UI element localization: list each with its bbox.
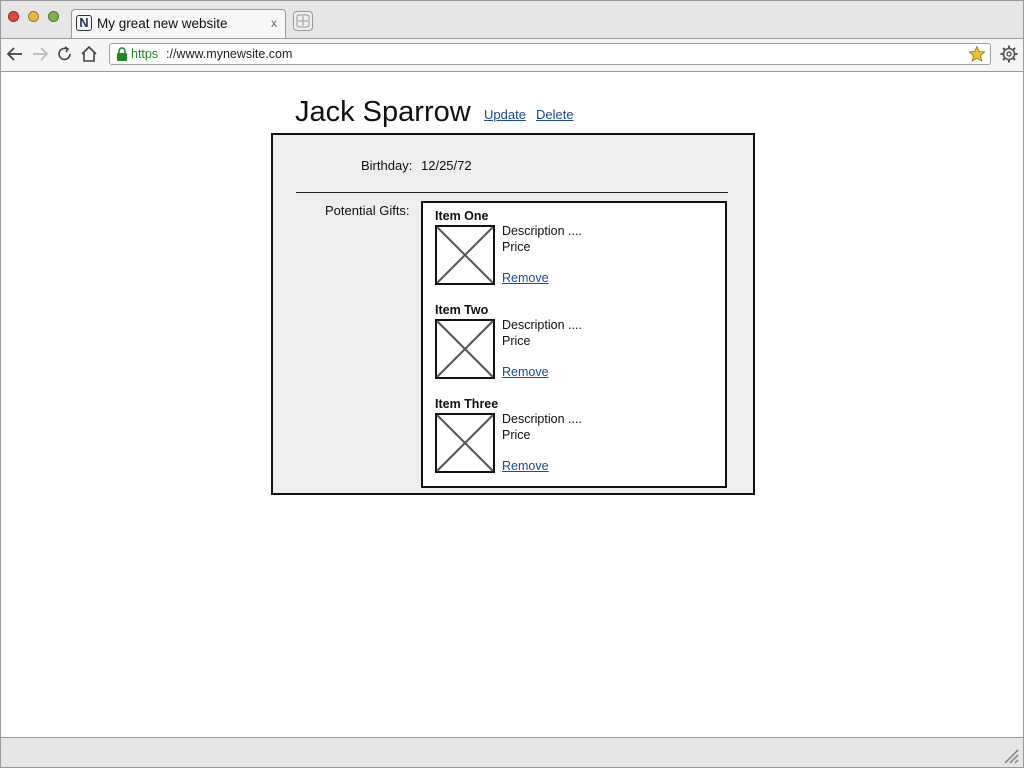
url-text: ://www.mynewsite.com <box>166 47 293 61</box>
gift-description: Description .... <box>502 318 582 332</box>
remove-gift-link[interactable]: Remove <box>502 271 549 285</box>
browser-window: N My great new website x https://www.my… <box>0 0 1024 768</box>
new-tab-button[interactable] <box>293 11 313 31</box>
close-window-button[interactable] <box>8 11 19 22</box>
gift-price: Price <box>502 240 531 254</box>
gift-title: Item Three <box>435 397 499 411</box>
minimize-window-button[interactable] <box>28 11 39 22</box>
birthday-label: Birthday: <box>361 158 413 173</box>
gift-description: Description .... <box>502 224 582 238</box>
birthday-value: 12/25/72 <box>421 158 472 173</box>
url-scheme: https <box>131 47 159 61</box>
status-bar <box>1 737 1023 767</box>
settings-gear-icon[interactable] <box>999 44 1019 64</box>
browser-tab[interactable]: N My great new website x <box>71 9 286 38</box>
tab-close-button[interactable]: x <box>271 16 277 30</box>
address-bar[interactable]: https ://www.mynewsite.com <box>109 43 991 65</box>
image-placeholder-icon <box>435 413 495 473</box>
gift-price: Price <box>502 428 531 442</box>
gift-item: Item Two Description .... Price Remove <box>435 303 715 389</box>
tab-bar: N My great new website x <box>1 1 1023 38</box>
home-icon[interactable] <box>79 44 99 64</box>
remove-gift-link[interactable]: Remove <box>502 459 549 473</box>
delete-link[interactable]: Delete <box>536 107 574 122</box>
lock-icon <box>117 47 127 61</box>
navigation-bar: https ://www.mynewsite.com <box>1 38 1023 72</box>
potential-gifts-label: Potential Gifts: <box>325 203 410 218</box>
person-name-heading: Jack Sparrow <box>295 96 471 128</box>
favicon-icon: N <box>76 15 92 31</box>
zoom-window-button[interactable] <box>48 11 59 22</box>
gift-title: Item Two <box>435 303 489 317</box>
person-detail-card: Birthday: 12/25/72 Potential Gifts: Item… <box>271 133 755 495</box>
resize-grip-icon[interactable] <box>1003 748 1019 764</box>
gift-description: Description .... <box>502 412 582 426</box>
bookmark-star-icon[interactable] <box>968 45 986 63</box>
gift-item: Item One Description .... Price Remove <box>435 209 715 295</box>
tab-title: My great new website <box>97 16 228 31</box>
image-placeholder-icon <box>435 225 495 285</box>
back-arrow-icon[interactable] <box>5 44 25 64</box>
gift-item: Item Three Description .... Price Remove <box>435 397 715 483</box>
forward-arrow-icon[interactable] <box>30 44 50 64</box>
gift-title: Item One <box>435 209 489 223</box>
reload-icon[interactable] <box>55 44 75 64</box>
update-link[interactable]: Update <box>484 107 526 122</box>
new-tab-icon <box>296 14 310 28</box>
remove-gift-link[interactable]: Remove <box>502 365 549 379</box>
image-placeholder-icon <box>435 319 495 379</box>
gift-list: Item One Description .... Price Remove I… <box>421 201 727 488</box>
gift-price: Price <box>502 334 531 348</box>
section-divider <box>296 192 728 193</box>
